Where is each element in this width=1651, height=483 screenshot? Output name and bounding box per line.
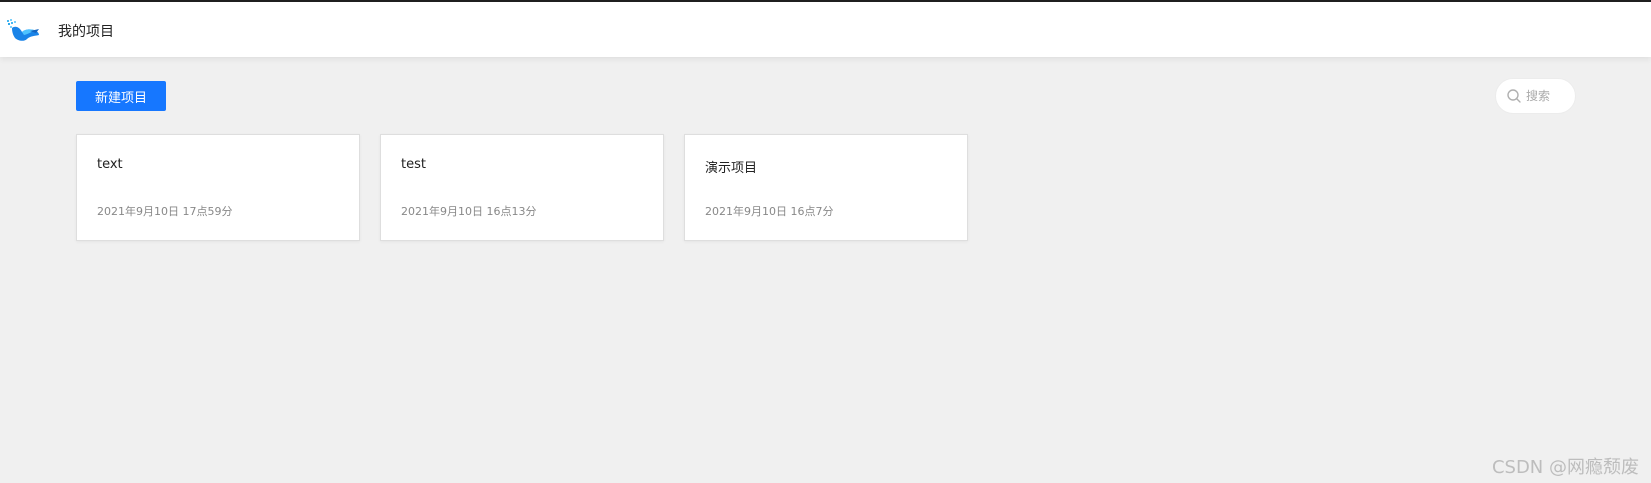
search-box[interactable] [1495,78,1576,114]
project-name: 演示项目 [705,161,758,176]
project-created-time: 2021年9月10日 16点13分 [401,205,537,218]
search-icon [1506,88,1522,104]
watermark-text: CSDN @网瘾颓废 [1491,457,1639,478]
project-created-time: 2021年9月10日 16点7分 [705,205,834,218]
project-name: test [401,157,426,172]
project-name: text [97,157,123,172]
new-project-button[interactable]: 新建项目 [76,81,166,111]
search-input[interactable] [1526,85,1571,107]
project-created-time: 2021年9月10日 17点59分 [97,205,233,218]
brand-logo-icon[interactable] [6,18,40,44]
project-card[interactable]: test 2021年9月10日 16点13分 [380,134,664,241]
app-header: 我的项目 [0,2,1651,57]
project-card[interactable]: text 2021年9月10日 17点59分 [76,134,360,241]
page-title: 我的项目 [58,24,114,40]
project-card[interactable]: 演示项目 2021年9月10日 16点7分 [684,134,968,241]
